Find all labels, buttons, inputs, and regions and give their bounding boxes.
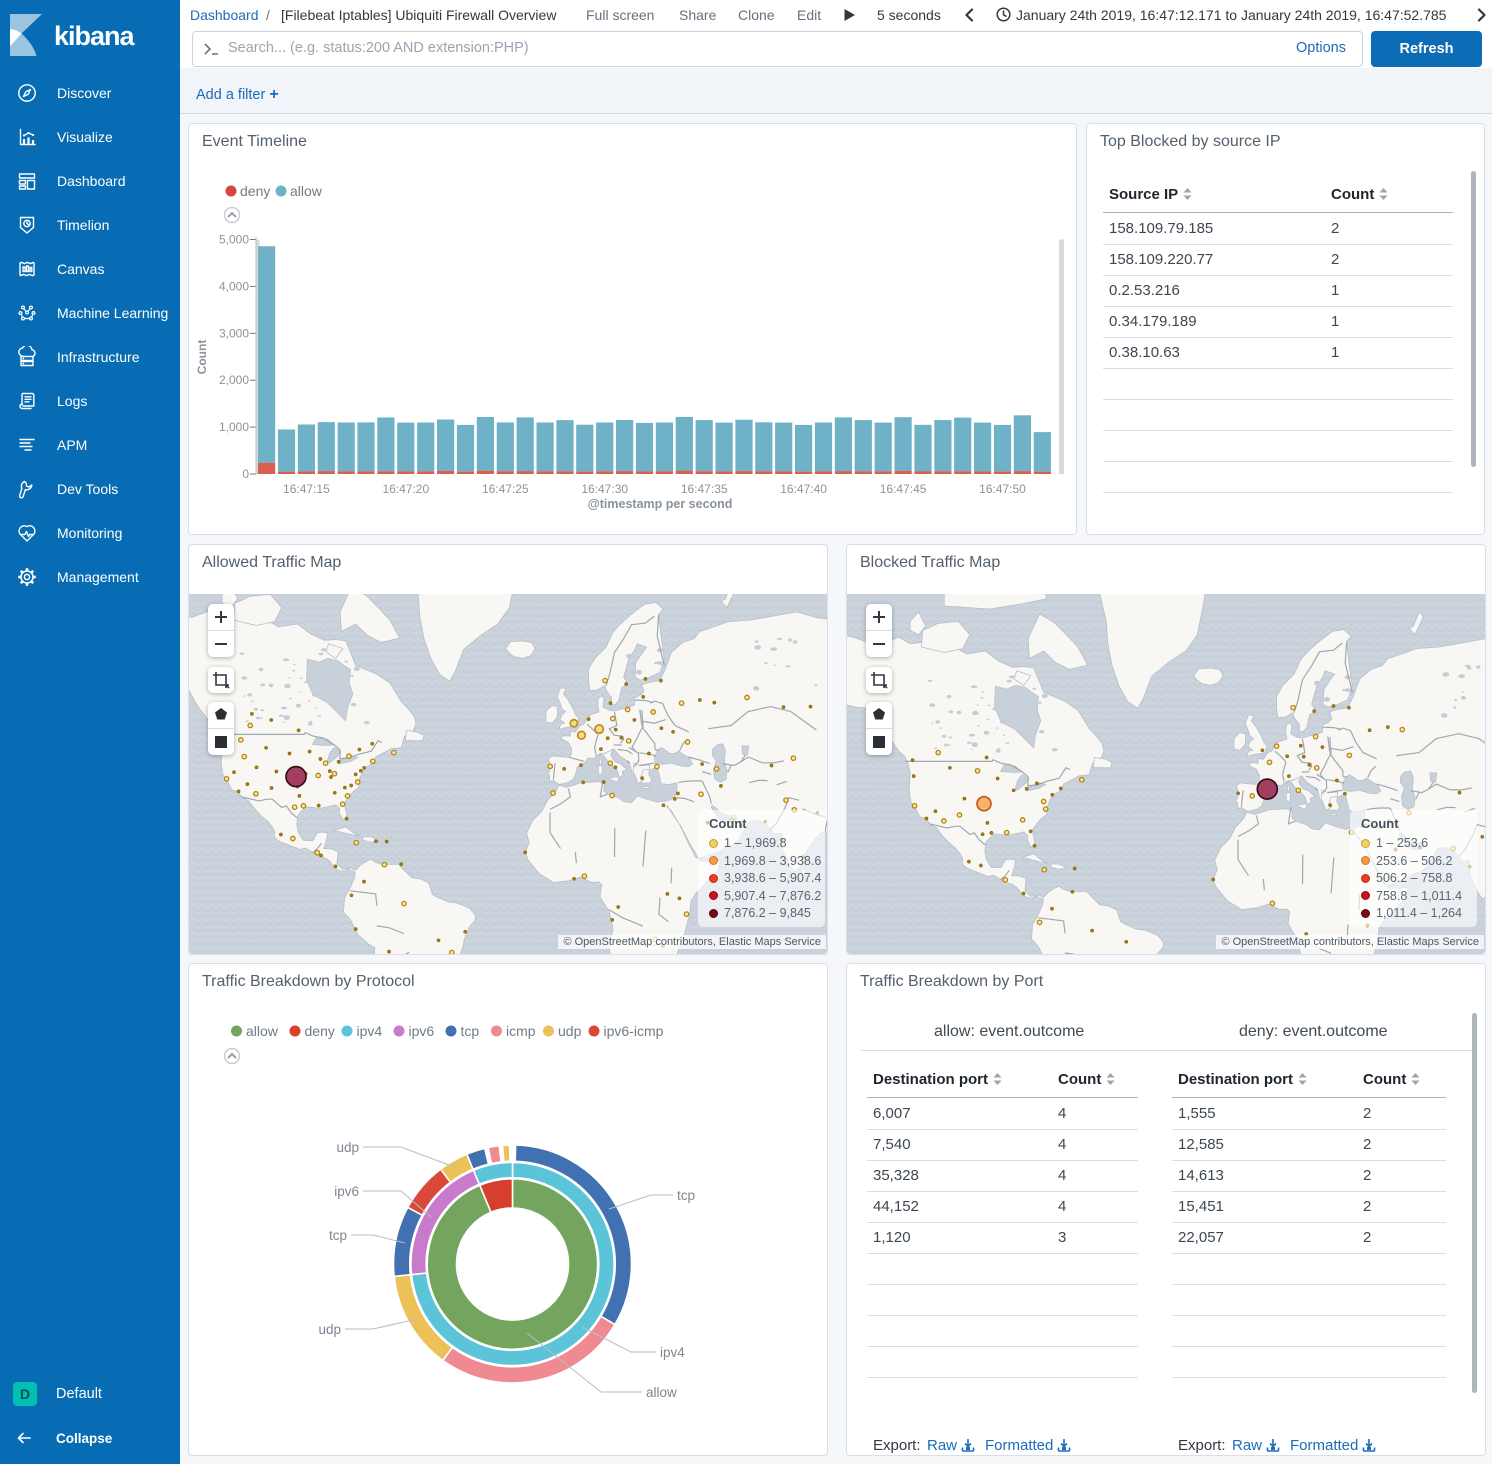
svg-text:icmp: icmp bbox=[506, 1023, 536, 1039]
svg-text:udp: udp bbox=[318, 1322, 341, 1337]
svg-text:ipv6: ipv6 bbox=[334, 1184, 359, 1199]
svg-text:udp: udp bbox=[336, 1140, 359, 1155]
svg-text:2,000: 2,000 bbox=[219, 373, 249, 387]
svg-text:4,000: 4,000 bbox=[219, 279, 249, 293]
svg-text:16:47:35: 16:47:35 bbox=[681, 482, 728, 496]
svg-text:16:47:25: 16:47:25 bbox=[482, 482, 529, 496]
svg-text:udp: udp bbox=[558, 1023, 582, 1039]
svg-text:deny: deny bbox=[240, 183, 270, 199]
svg-text:ipv4: ipv4 bbox=[357, 1023, 383, 1039]
svg-text:1,000: 1,000 bbox=[219, 420, 249, 434]
svg-text:allow: allow bbox=[290, 183, 323, 199]
svg-text:0: 0 bbox=[242, 467, 249, 481]
svg-text:tcp: tcp bbox=[461, 1023, 480, 1039]
svg-text:allow: allow bbox=[246, 1023, 279, 1039]
svg-text:16:47:20: 16:47:20 bbox=[382, 482, 429, 496]
svg-text:3,000: 3,000 bbox=[219, 326, 249, 340]
svg-text:allow: allow bbox=[646, 1385, 677, 1400]
svg-text:16:47:15: 16:47:15 bbox=[283, 482, 330, 496]
svg-text:tcp: tcp bbox=[329, 1228, 347, 1243]
svg-text:ipv4: ipv4 bbox=[660, 1345, 685, 1360]
svg-text:16:47:45: 16:47:45 bbox=[880, 482, 927, 496]
svg-text:16:47:30: 16:47:30 bbox=[581, 482, 628, 496]
svg-text:deny: deny bbox=[305, 1023, 335, 1039]
svg-text:tcp: tcp bbox=[677, 1188, 695, 1203]
svg-text:16:47:40: 16:47:40 bbox=[780, 482, 827, 496]
svg-text:ipv6-icmp: ipv6-icmp bbox=[604, 1023, 664, 1039]
svg-text:ipv6: ipv6 bbox=[409, 1023, 435, 1039]
svg-text:16:47:50: 16:47:50 bbox=[979, 482, 1026, 496]
svg-text:@timestamp per second: @timestamp per second bbox=[588, 497, 733, 511]
svg-text:Count: Count bbox=[195, 340, 209, 375]
svg-text:5,000: 5,000 bbox=[219, 233, 249, 247]
